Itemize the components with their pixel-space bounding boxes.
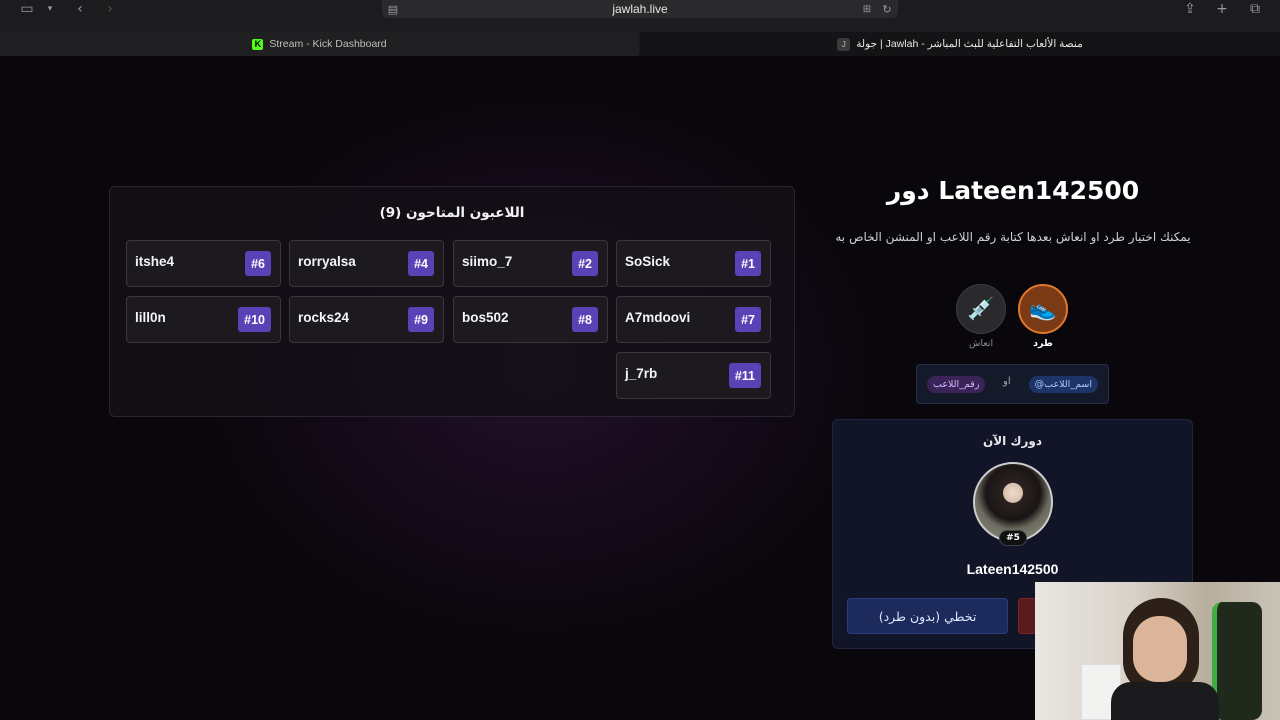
player-mention-chip: @اسم_اللاعب	[1028, 376, 1098, 393]
player-number-chip: رقم_اللاعب	[927, 376, 986, 393]
player-number-badge: #4	[408, 251, 434, 276]
player-number-badge: #2	[572, 251, 598, 276]
player-card[interactable]: j_7rb #11	[616, 352, 771, 399]
chevron-down-icon[interactable]: ▾	[44, 0, 56, 18]
player-number-badge: #1	[735, 251, 761, 276]
player-number-badge: #10	[238, 307, 271, 332]
webcam-chair	[1212, 602, 1262, 720]
panel-title: اللاعبون المتاحون (9)	[379, 205, 525, 221]
forward-icon[interactable]: ›	[102, 0, 118, 18]
url-text: jawlah.live	[612, 2, 668, 16]
player-number-badge: #11	[728, 363, 761, 388]
player-number-badge: #5	[999, 530, 1027, 546]
player-name: SoSick	[625, 254, 671, 269]
player-name: siimo_7	[462, 254, 513, 269]
tab-title: جولة | Jawlah - منصة الألعاب التفاعلية ل…	[856, 38, 1083, 50]
player-card[interactable]: A7mdoovi #7	[616, 296, 771, 343]
address-bar[interactable]: ▤ jawlah.live ⊞ ↻	[382, 0, 898, 18]
tab-jawlah[interactable]: J جولة | Jawlah - منصة الألعاب التفاعلية…	[640, 32, 1280, 56]
player-name: rorryalsa	[298, 254, 356, 269]
kick-label: طرد	[1033, 338, 1053, 349]
current-player-name: Lateen142500	[966, 561, 1059, 577]
kick-action[interactable]: 👟 طرد	[1018, 284, 1068, 349]
tab-overview-icon[interactable]: ⧉	[1246, 0, 1264, 18]
share-icon[interactable]: ⇪	[1182, 0, 1198, 18]
player-card[interactable]: rocks24 #9	[289, 296, 444, 343]
player-card[interactable]: itshe4 #6	[126, 240, 281, 287]
player-name: bos502	[462, 310, 509, 325]
reload-icon[interactable]: ↻	[880, 0, 894, 18]
game-page: اللاعبون المتاحون (9) SoSick #1 siimo_7 …	[0, 56, 1280, 720]
player-name: lill0n	[135, 310, 166, 325]
sneaker-icon: 👟	[1018, 284, 1068, 334]
webcam-body	[1111, 682, 1219, 720]
player-number-badge: #6	[245, 251, 271, 276]
revive-action[interactable]: 💉 انعاش	[956, 284, 1006, 349]
browser-toolbar: ▭ ▾ ‹ › ▤ jawlah.live ⊞ ↻ ⇪ + ⧉	[0, 0, 1280, 32]
kick-favicon-icon: K	[252, 38, 264, 50]
player-name: rocks24	[298, 310, 350, 325]
player-card[interactable]: siimo_7 #2	[453, 240, 608, 287]
current-turn-label: دورك الآن	[983, 434, 1042, 448]
player-card[interactable]: lill0n #10	[126, 296, 281, 343]
sidebar-toggle-icon[interactable]: ▭	[16, 0, 38, 18]
turn-instructions: يمكنك اختيار طرد او انعاش بعدها كتابة رق…	[835, 230, 1191, 244]
webcam-overlay	[1035, 582, 1280, 720]
tab-kick-dashboard[interactable]: K Stream - Kick Dashboard	[0, 32, 639, 56]
command-syntax-hint: رقم_اللاعب او @اسم_اللاعب	[916, 364, 1109, 404]
player-number-badge: #7	[735, 307, 761, 332]
player-name: A7mdoovi	[625, 310, 691, 325]
webcam-face	[1133, 616, 1187, 682]
player-number-badge: #8	[572, 307, 598, 332]
jawlah-favicon-icon: J	[837, 37, 851, 51]
new-tab-icon[interactable]: +	[1214, 0, 1230, 18]
player-name: j_7rb	[625, 366, 658, 381]
back-icon[interactable]: ‹	[72, 0, 88, 18]
syringe-icon: 💉	[956, 284, 1006, 334]
or-text: او	[1003, 376, 1011, 387]
turn-title: دور Lateen142500	[886, 176, 1140, 205]
player-card[interactable]: rorryalsa #4	[289, 240, 444, 287]
translate-icon[interactable]: ⊞	[860, 0, 874, 18]
player-card[interactable]: SoSick #1	[616, 240, 771, 287]
player-card[interactable]: bos502 #8	[453, 296, 608, 343]
tab-bar: K Stream - Kick Dashboard J جولة | Jawla…	[0, 32, 1280, 56]
skip-button[interactable]: تخطي (بدون طرد)	[847, 598, 1008, 634]
player-name: itshe4	[135, 254, 175, 269]
revive-label: انعاش	[968, 338, 994, 349]
player-number-badge: #9	[408, 307, 434, 332]
available-players-panel: اللاعبون المتاحون (9) SoSick #1 siimo_7 …	[109, 186, 795, 417]
tab-title: Stream - Kick Dashboard	[269, 38, 387, 50]
